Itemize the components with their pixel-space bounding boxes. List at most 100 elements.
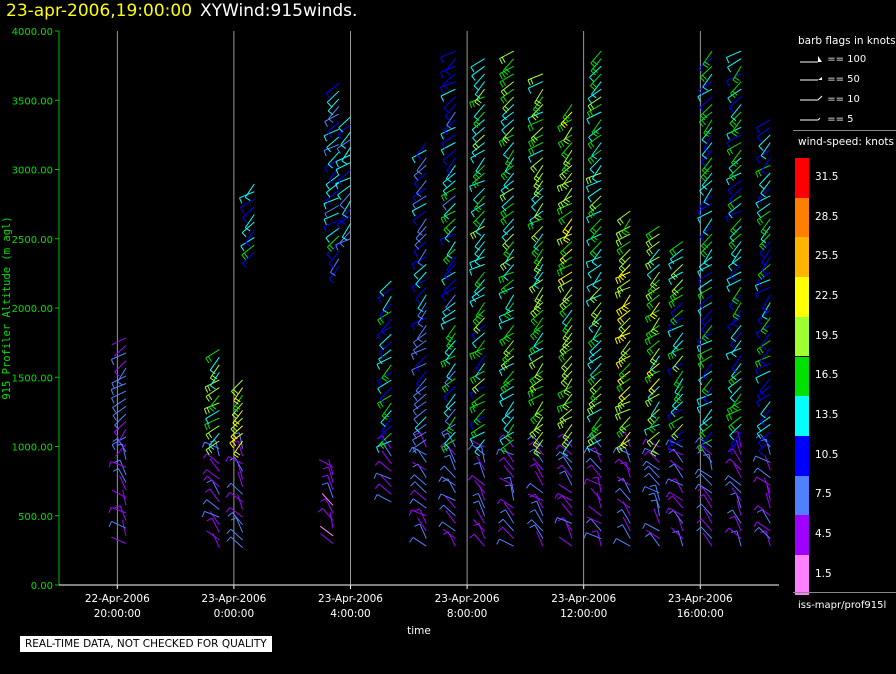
wind-barb-flag [585, 457, 591, 463]
wind-barb-flag [561, 302, 567, 309]
wind-barb [619, 416, 631, 430]
wind-barb [505, 509, 515, 524]
colorbar-swatch [795, 475, 809, 516]
quality-notice: REAL-TIME DATA, NOT CHECKED FOR QUALITY [20, 636, 272, 652]
wind-barb-flag [696, 399, 700, 406]
colorbar-level-label: 31.5 [815, 170, 839, 183]
wind-barb-flag [645, 264, 649, 270]
wind-barb [756, 476, 771, 486]
wind-barb-flag [203, 475, 208, 481]
wind-barb-flag [619, 317, 625, 324]
wind-barb-flag [618, 260, 624, 266]
wind-barb [726, 271, 742, 280]
wind-barb-flag [752, 455, 757, 462]
wind-barb-flag [325, 92, 331, 99]
wind-barb-flag [412, 219, 418, 226]
wind-barb [703, 248, 713, 264]
wind-barb-flag [472, 352, 476, 359]
wind-barb [474, 271, 485, 286]
wind-barb-flag [592, 178, 598, 183]
wind-barb-flag [505, 262, 511, 267]
wind-barb-flag [110, 389, 114, 396]
wind-barb [733, 463, 742, 478]
wind-barb-flag [439, 504, 444, 510]
barb-legend-10-label: == 10 [827, 94, 860, 105]
wind-barb-flag [440, 361, 444, 368]
colorbar-swatch [795, 277, 809, 317]
wind-barb-flag [111, 444, 116, 451]
wind-barb [759, 378, 771, 392]
wind-barb [209, 356, 220, 371]
wind-barb-flag [534, 102, 540, 107]
wind-barb-flag [417, 262, 424, 267]
wind-barb-flag [616, 509, 623, 514]
wind-barb-flag [615, 233, 620, 240]
x-tick-date: 23-Apr-2006 [668, 593, 733, 605]
x-tick-date: 22-Apr-2006 [85, 593, 150, 605]
wind-barb-flag [242, 217, 247, 223]
barb-legend-10: == 10 [798, 94, 860, 105]
wind-barb-flag [241, 232, 247, 238]
wind-barb [325, 227, 340, 239]
wind-barb-flag [416, 154, 422, 160]
wind-barb-flag [729, 407, 734, 414]
wind-barb-flag [665, 491, 670, 498]
wind-barb-flag [642, 460, 647, 467]
colorbar-level-label: 13.5 [815, 409, 839, 422]
wind-barb [533, 165, 544, 179]
wind-barb [562, 424, 573, 438]
wind-barb-flag [340, 144, 346, 149]
wind-barb [444, 465, 456, 479]
wind-barb-flag [245, 196, 251, 202]
wind-barb [621, 218, 631, 233]
wind-barb-flag [525, 483, 531, 489]
wind-barb-flag [647, 399, 652, 406]
wind-barb-flag [587, 364, 592, 370]
wind-barb-flag [591, 250, 597, 256]
wind-barb-flag [502, 70, 509, 76]
wind-barb-flag [502, 244, 508, 250]
wind-barb [699, 180, 713, 192]
wind-barb-flag [532, 310, 538, 316]
wind-barb-flag [618, 385, 624, 391]
wind-barb-flag [753, 476, 758, 483]
wind-barb [110, 506, 127, 514]
wind-barb-flag [586, 112, 591, 118]
wind-barb-flag [240, 245, 245, 252]
x-tick-time: 12:00:00 [560, 608, 607, 620]
wind-barb-flag [207, 356, 212, 362]
wind-barb-flag [703, 388, 709, 393]
wind-barb-flag [441, 295, 446, 301]
wind-barb-flag [533, 345, 540, 351]
wind-barb [697, 347, 713, 356]
wind-barb [761, 509, 771, 524]
wind-barb-flag [502, 96, 508, 102]
wind-barb-flag [380, 331, 387, 336]
wind-barb-flag [505, 308, 511, 313]
wind-barb-flag [697, 355, 701, 361]
wind-barb [647, 279, 660, 292]
wind-barb-flag [413, 418, 419, 425]
wind-barb-flag [475, 376, 481, 381]
wind-barb-flag [335, 169, 340, 176]
wind-barb-flag [558, 456, 564, 461]
wind-barb [530, 157, 544, 169]
wind-barb-flag [108, 461, 112, 468]
wind-barb-flag [554, 517, 558, 524]
colorbar-level-label: 28.5 [815, 210, 839, 223]
wind-barb [206, 453, 220, 465]
wind-barb-flag [469, 301, 474, 308]
wind-barb-flag [439, 465, 445, 471]
legend-divider [793, 130, 896, 131]
wind-barb [445, 510, 456, 524]
wind-barb-flag [754, 285, 759, 292]
wind-barb-flag [112, 415, 117, 421]
colorbar-level-label: 10.5 [815, 448, 839, 461]
wind-barb-flag [648, 492, 655, 496]
wind-barb-flag [505, 312, 512, 317]
wind-barb-flag [730, 344, 736, 350]
wind-barb [645, 225, 660, 236]
wind-barb-flag [498, 518, 504, 524]
wind-barb-flag [755, 293, 759, 300]
y-tick-label: 2500.00 [12, 235, 53, 246]
